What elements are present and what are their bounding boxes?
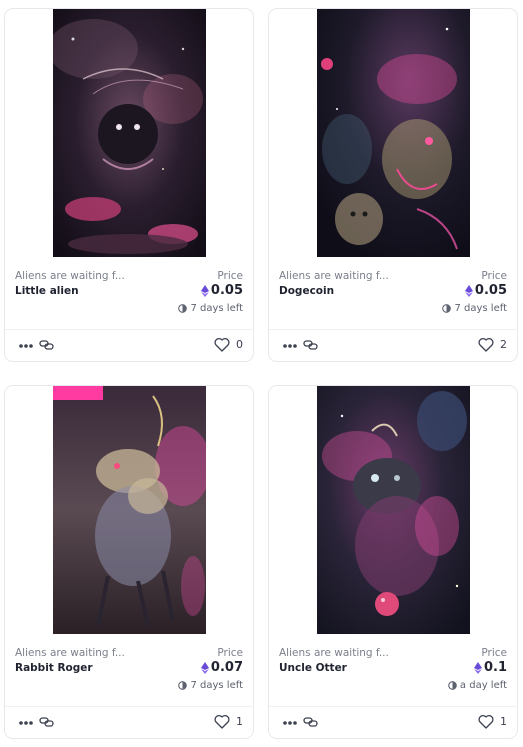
nft-artwork-image[interactable] <box>53 386 206 634</box>
like-count: 2 <box>500 338 507 351</box>
price-amount: 0.1 <box>483 660 507 675</box>
nft-info: Aliens are waiting f... Rabbit Roger Pri… <box>15 644 243 704</box>
more-dots-icon[interactable] <box>18 341 34 351</box>
collection-name[interactable]: Aliens are waiting f... <box>15 647 125 659</box>
like-count: 1 <box>500 715 507 728</box>
like-count: 1 <box>236 715 243 728</box>
more-dots-icon[interactable] <box>282 341 298 351</box>
like-button[interactable]: 2 <box>478 337 507 352</box>
time-left: 7 days left <box>178 303 243 314</box>
nft-artwork-image[interactable] <box>317 9 470 257</box>
ethereum-icon <box>200 661 209 674</box>
price-label: Price <box>217 647 243 659</box>
nft-name[interactable]: Dogecoin <box>279 285 334 297</box>
price-value: 0.1 <box>473 660 507 675</box>
card-footer: 1 <box>279 712 507 734</box>
card-divider <box>5 706 253 707</box>
nft-info: Aliens are waiting f... Dogecoin Price 0… <box>279 267 507 327</box>
nft-artwork-image[interactable] <box>317 386 470 634</box>
price-amount: 0.07 <box>210 660 243 675</box>
nft-card[interactable]: Aliens are waiting f... Rabbit Roger Pri… <box>4 385 254 739</box>
like-button[interactable]: 0 <box>214 337 243 352</box>
card-footer: 1 <box>15 712 243 734</box>
card-divider <box>269 706 517 707</box>
more-dots-icon[interactable] <box>282 718 298 728</box>
nft-card[interactable]: Aliens are waiting f... Uncle Otter Pric… <box>268 385 518 739</box>
collection-name[interactable]: Aliens are waiting f... <box>279 647 389 659</box>
heart-icon[interactable] <box>214 337 230 352</box>
nft-card-grid: Aliens are waiting f... Little alien Pri… <box>0 0 523 747</box>
nft-name[interactable]: Little alien <box>15 285 79 297</box>
more-dots-icon[interactable] <box>18 718 34 728</box>
price-label: Price <box>481 270 507 282</box>
nft-info: Aliens are waiting f... Uncle Otter Pric… <box>279 644 507 704</box>
nft-card[interactable]: Aliens are waiting f... Dogecoin Price 0… <box>268 8 518 362</box>
card-divider <box>5 329 253 330</box>
clock-icon <box>448 681 457 690</box>
price-amount: 0.05 <box>210 283 243 298</box>
link-icon[interactable] <box>303 339 318 351</box>
time-left-text: 7 days left <box>190 303 243 314</box>
time-left: 7 days left <box>442 303 507 314</box>
heart-icon[interactable] <box>478 337 494 352</box>
nft-name[interactable]: Rabbit Roger <box>15 662 93 674</box>
clock-icon <box>178 304 188 313</box>
time-left: a day left <box>448 680 507 691</box>
like-button[interactable]: 1 <box>478 714 507 729</box>
time-left-text: 7 days left <box>454 303 507 314</box>
price-amount: 0.05 <box>474 283 507 298</box>
link-icon[interactable] <box>303 716 318 728</box>
collection-name[interactable]: Aliens are waiting f... <box>15 270 125 282</box>
heart-icon[interactable] <box>214 714 230 729</box>
card-footer: 2 <box>279 335 507 357</box>
link-icon[interactable] <box>39 716 54 728</box>
price-value: 0.07 <box>200 660 243 675</box>
card-divider <box>269 329 517 330</box>
clock-icon <box>178 681 188 690</box>
card-footer: 0 <box>15 335 243 357</box>
nft-artwork-image[interactable] <box>53 9 206 257</box>
ethereum-icon <box>464 284 473 297</box>
collection-name[interactable]: Aliens are waiting f... <box>279 270 389 282</box>
time-left-text: a day left <box>459 680 507 691</box>
clock-icon <box>442 304 452 313</box>
ethereum-icon <box>473 661 482 674</box>
time-left-text: 7 days left <box>190 680 243 691</box>
like-count: 0 <box>236 338 243 351</box>
nft-info: Aliens are waiting f... Little alien Pri… <box>15 267 243 327</box>
time-left: 7 days left <box>178 680 243 691</box>
price-label: Price <box>481 647 507 659</box>
price-label: Price <box>217 270 243 282</box>
ethereum-icon <box>200 284 209 297</box>
nft-card[interactable]: Aliens are waiting f... Little alien Pri… <box>4 8 254 362</box>
nft-name[interactable]: Uncle Otter <box>279 662 347 674</box>
price-value: 0.05 <box>464 283 507 298</box>
like-button[interactable]: 1 <box>214 714 243 729</box>
heart-icon[interactable] <box>478 714 494 729</box>
price-value: 0.05 <box>200 283 243 298</box>
link-icon[interactable] <box>39 339 54 351</box>
